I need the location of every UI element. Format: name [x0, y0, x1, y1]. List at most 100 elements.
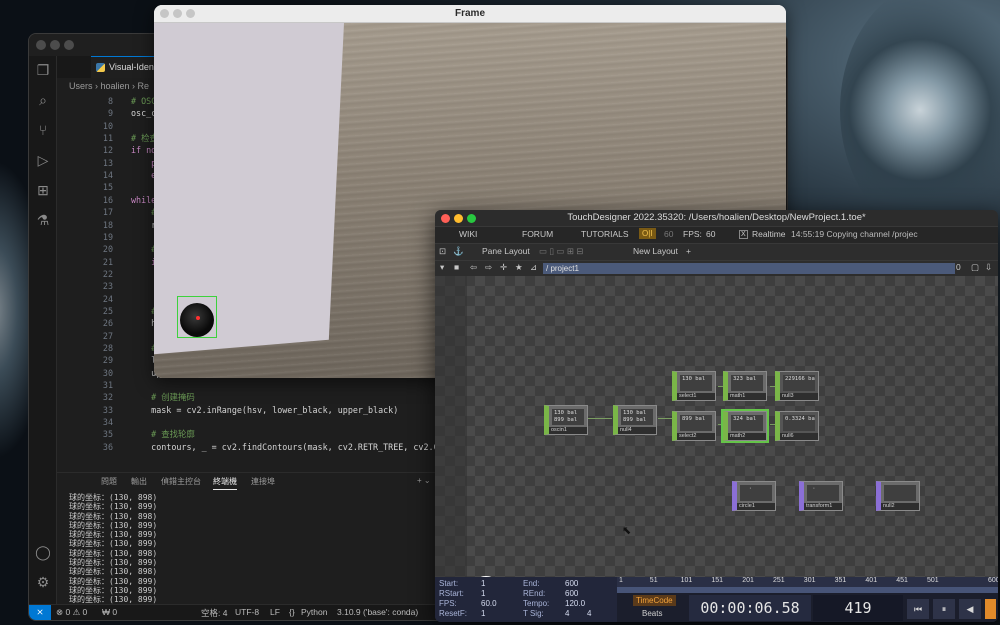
realtime-checkbox[interactable]: X [739, 230, 748, 239]
zoom-button[interactable] [467, 214, 476, 223]
node-null4-viewer: 130 bal 899 bal [621, 409, 653, 425]
testing-icon[interactable]: ⚗ [35, 212, 51, 228]
tempo-value[interactable]: 120.0 [565, 599, 585, 608]
extensions-icon[interactable]: ⊞ [35, 182, 51, 198]
line-number: 33 [102, 404, 113, 415]
ruler-tick: 1 [619, 577, 623, 584]
node-transform1[interactable]: · transform1 [799, 481, 843, 511]
indentation-status[interactable]: 空格: 4 [201, 607, 227, 619]
line-number: 8 [107, 96, 113, 106]
problems-status[interactable]: ⊗ 0 ⚠ 0 [56, 607, 87, 618]
minimize-button[interactable] [173, 9, 182, 18]
tab-ports[interactable]: 連接埠 [251, 476, 275, 487]
current-frame[interactable]: 419 [813, 595, 903, 621]
view-mode-icon[interactable]: ▢ [971, 262, 979, 273]
zoom-button[interactable] [186, 9, 195, 18]
index-field[interactable]: 0 [956, 262, 961, 272]
tsig-a-value[interactable]: 4 [565, 609, 569, 618]
line-number: 12 [102, 145, 113, 156]
tsig-b-value[interactable]: 4 [587, 609, 591, 618]
split-layout-icons[interactable]: ▭ ▯ ▭ ⊞ ⊟ [539, 246, 583, 257]
node-null2-label: null2 [881, 503, 919, 510]
node-circle1[interactable]: · circle1 [732, 481, 776, 511]
node-null3[interactable]: 229166 ball/p null3 [775, 371, 819, 401]
interpreter-status[interactable]: 3.10.9 ('base': conda) [337, 607, 418, 617]
rstart-value[interactable]: 1 [481, 589, 485, 598]
link-icon[interactable]: ⊿ [530, 262, 537, 273]
current-time[interactable]: 00:00:06.58 [689, 595, 811, 621]
timeline-ruler[interactable]: 1 51 101 151 201 251 301 351 401 451 501 600 [617, 577, 998, 587]
encoding-status[interactable]: UTF-8 [235, 607, 259, 617]
timecode-toggle[interactable]: TimeCode [633, 595, 676, 606]
pane-menu-icon[interactable]: ▾ [440, 262, 444, 273]
node-null2[interactable]: null2 [876, 481, 920, 511]
node-null6[interactable]: 0.3324 ball/p null6 [775, 411, 819, 441]
line-number: 16 [102, 194, 113, 205]
anchor-icon[interactable]: ⚓ [453, 246, 464, 257]
node-select1-label: select1 [677, 393, 715, 400]
node-select2[interactable]: 899 bal select2 [672, 411, 716, 441]
close-button[interactable] [36, 40, 46, 50]
bookmark-icon[interactable]: ★ [515, 262, 523, 273]
close-button[interactable] [441, 214, 450, 223]
terminal-line: 球的坐标：(130, 898) [69, 511, 158, 521]
pane-layout-label[interactable]: Pane Layout [482, 246, 530, 256]
tab-problems[interactable]: 問題 [101, 476, 117, 487]
rend-value[interactable]: 600 [565, 589, 578, 598]
zoom-button[interactable] [64, 40, 74, 50]
forward-icon[interactable]: ⇨ [485, 262, 492, 273]
menu-wiki[interactable]: WIKI [459, 229, 477, 239]
close-button[interactable] [160, 9, 169, 18]
new-terminal-button[interactable]: + ⌄ [417, 476, 431, 485]
start-value[interactable]: 1 [481, 579, 485, 588]
tab-output[interactable]: 輸出 [131, 476, 147, 487]
minimize-button[interactable] [50, 40, 60, 50]
line-number: 35 [102, 429, 113, 440]
timeline-slider-handle[interactable] [985, 599, 996, 619]
node-null4[interactable]: 130 bal 899 bal null4 [613, 405, 657, 435]
node-oscin1[interactable]: 130 bal 899 bal oscin1 [544, 405, 588, 435]
network-path-field[interactable]: / project1 [543, 263, 955, 274]
eol-status[interactable]: LF [270, 607, 280, 617]
search-icon[interactable]: ⌕ [35, 92, 51, 108]
ports-status[interactable]: ₩ 0 [102, 607, 117, 617]
node-circle1-viewer: · [740, 485, 772, 501]
menu-tutorials[interactable]: TUTORIALS [581, 229, 629, 239]
fps-value: 60 [706, 229, 716, 239]
stop-icon[interactable]: ■ [454, 262, 459, 272]
language-status[interactable]: Python [301, 607, 327, 617]
new-layout-label[interactable]: New Layout [633, 246, 678, 256]
beats-toggle[interactable]: Beats [639, 608, 665, 619]
layout-icon[interactable]: ⊡ [439, 246, 446, 257]
node-select1[interactable]: 130 bal select1 [672, 371, 716, 401]
step-back-button[interactable]: ◀ [959, 599, 981, 619]
home-icon[interactable]: ✛ [500, 262, 507, 273]
account-icon[interactable]: ◯ [35, 544, 51, 560]
download-icon[interactable]: ⇩ [985, 262, 992, 273]
resetf-value[interactable]: 1 [481, 609, 485, 618]
run-debug-icon[interactable]: ▷ [35, 152, 51, 168]
network-editor[interactable]: 130 bal 899 bal oscin1 130 bal 899 bal n… [435, 276, 998, 608]
node-math1[interactable]: 323 bal math1 [723, 371, 767, 401]
line-number: 14 [102, 170, 113, 181]
menu-forum[interactable]: FORUM [522, 229, 553, 239]
source-control-icon[interactable]: ⑂ [35, 122, 51, 138]
realtime-label[interactable]: Realtime [752, 229, 786, 239]
breadcrumb[interactable]: Users › hoalien › Re [69, 79, 149, 93]
oi-toggle[interactable]: O|I [639, 228, 656, 239]
tab-terminal[interactable]: 終端機 [213, 476, 237, 490]
tab-debug-console[interactable]: 偵錯主控台 [161, 476, 201, 487]
fps-value[interactable]: 60.0 [481, 599, 497, 608]
end-value[interactable]: 600 [565, 579, 578, 588]
remote-indicator[interactable]: ⨯ [29, 605, 51, 620]
terminal-output[interactable]: 球的坐标：(130, 898) 球的坐标：(130, 899) 球的坐标：(130,… [69, 493, 419, 620]
add-layout-button[interactable]: + [686, 246, 691, 256]
settings-gear-icon[interactable]: ⚙ [35, 574, 51, 590]
rewind-button[interactable]: ⏮ [907, 599, 929, 619]
fps-label: FPS: [683, 229, 702, 239]
minimize-button[interactable] [454, 214, 463, 223]
explorer-icon[interactable]: ❐ [35, 62, 51, 78]
pause-button[interactable]: ⏸ [933, 599, 955, 619]
back-icon[interactable]: ⇦ [470, 262, 477, 273]
node-math2[interactable]: 324 bal math2 [723, 411, 767, 441]
